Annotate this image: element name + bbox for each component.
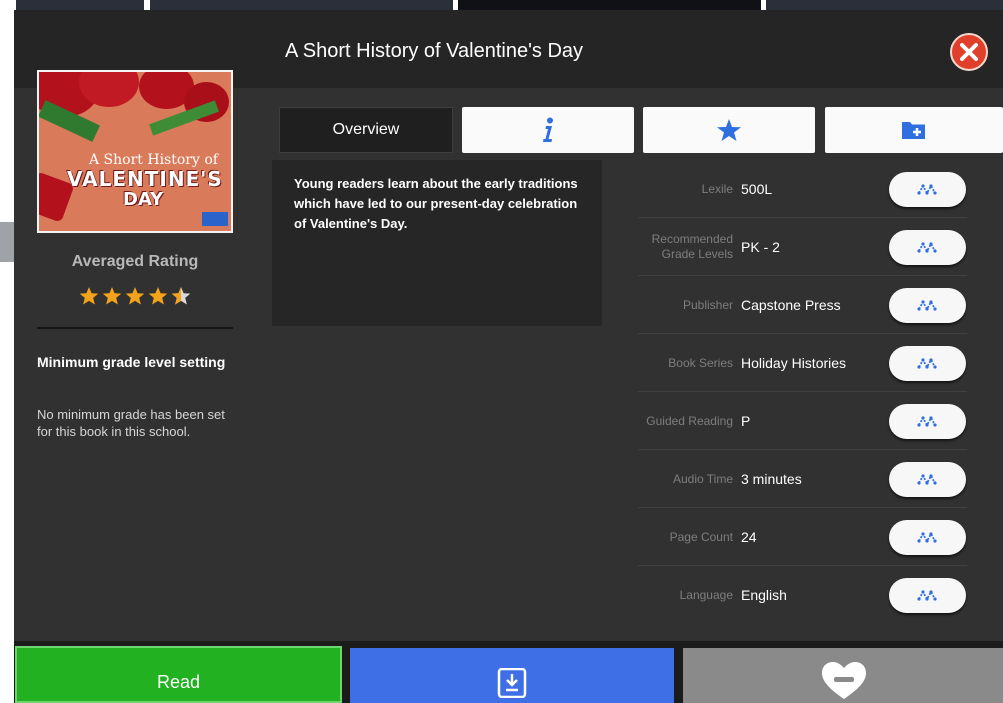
- related-search-icon: [917, 416, 937, 427]
- tab-overview[interactable]: Overview: [279, 107, 453, 153]
- related-search-icon: [917, 358, 937, 369]
- metadata-row: Audio Time 3 minutes: [638, 451, 967, 508]
- metadata-row: Publisher Capstone Press: [638, 277, 967, 334]
- book-details-modal: A Short History of Valentine's Day A Sho…: [14, 10, 1003, 703]
- related-search-icon: [917, 590, 937, 601]
- metadata-label: Page Count: [669, 529, 733, 544]
- metadata-row: Language English: [638, 567, 967, 623]
- metadata-row: Page Count 24: [638, 509, 967, 566]
- metadata-label: Publisher: [682, 297, 733, 312]
- close-button[interactable]: [950, 33, 988, 71]
- related-search-icon: [917, 532, 937, 543]
- averaged-rating-label: Averaged Rating: [71, 253, 199, 270]
- metadata-row: Guided Reading P: [638, 393, 967, 450]
- folder-add-icon: [902, 122, 925, 139]
- metadata-row: Lexile 500L: [638, 161, 967, 218]
- metadata-value: Capstone Press: [741, 297, 841, 313]
- background-edge: [0, 10, 14, 703]
- related-search-button[interactable]: [889, 172, 966, 207]
- related-search-icon: [917, 474, 937, 485]
- tab-add-to-folder[interactable]: [825, 107, 1003, 153]
- rating-star: [79, 287, 99, 305]
- download-button[interactable]: [350, 648, 674, 703]
- min-grade-title: Minimum grade level setting: [37, 354, 226, 370]
- book-title: A Short History of Valentine's Day: [284, 40, 584, 62]
- metadata-value: 500L: [741, 181, 773, 197]
- background-strip: [0, 0, 1003, 10]
- metadata-value: 3 minutes: [741, 471, 802, 487]
- metadata-row: Recommended Grade Levels PK - 2: [638, 219, 967, 276]
- remove-favorite-icon: [822, 662, 866, 699]
- metadata-label: Lexile: [701, 181, 733, 196]
- related-search-icon: [917, 300, 937, 311]
- min-grade-text: No minimum grade has been set for this b…: [37, 407, 225, 439]
- related-search-button[interactable]: [889, 346, 966, 381]
- related-search-icon: [917, 242, 937, 253]
- metadata-label: Language: [679, 587, 733, 602]
- metadata-row: Book Series Holiday Histories: [638, 335, 967, 392]
- rating-star: [148, 287, 168, 305]
- metadata-value: PK - 2: [741, 239, 780, 255]
- description-text: Young readers learn about the early trad…: [294, 176, 578, 231]
- read-button[interactable]: Read: [15, 646, 342, 703]
- close-icon: [960, 43, 978, 61]
- rating-stars: [79, 287, 191, 305]
- background-tile: [458, 0, 761, 10]
- metadata-label: Audio Time: [672, 471, 733, 486]
- star-icon: [717, 119, 741, 141]
- related-search-button[interactable]: [889, 288, 966, 323]
- description-panel: Young readers learn about the early trad…: [272, 160, 602, 326]
- metadata-value: English: [741, 587, 787, 603]
- related-search-button[interactable]: [889, 520, 966, 555]
- metadata-value: P: [741, 413, 751, 429]
- cover-title-line1: A Short History of: [89, 152, 218, 168]
- related-search-button[interactable]: [889, 578, 966, 613]
- info-icon: [543, 117, 553, 142]
- rating-star: [102, 287, 122, 305]
- background-tile: [766, 0, 1003, 10]
- action-bar: Read: [14, 641, 1003, 703]
- remove-favorite-button[interactable]: [683, 648, 1003, 703]
- metadata-label: Guided Reading: [646, 413, 733, 428]
- book-cover: A Short History of VALENTINE'S DAY: [37, 70, 233, 233]
- cover-title-line2: VALENTINE'S: [67, 167, 223, 191]
- background-tile: [16, 0, 144, 10]
- tab-favorites[interactable]: [643, 107, 815, 153]
- related-search-button[interactable]: [889, 462, 966, 497]
- background-edge-tab: [0, 222, 14, 262]
- tab-info[interactable]: [462, 107, 634, 153]
- related-search-button[interactable]: [889, 230, 966, 265]
- related-search-button[interactable]: [889, 404, 966, 439]
- metadata-label: Book Series: [668, 355, 733, 370]
- cover-title-line3: DAY: [123, 189, 164, 210]
- metadata-label: Recommended Grade Levels: [651, 232, 733, 261]
- metadata-value: 24: [741, 529, 757, 545]
- download-icon: [497, 668, 527, 698]
- related-search-icon: [917, 184, 937, 195]
- rating-star: [125, 287, 145, 305]
- metadata-value: Holiday Histories: [741, 355, 847, 371]
- publisher-logo: [202, 212, 228, 226]
- divider: [37, 327, 233, 329]
- background-tile: [150, 0, 453, 10]
